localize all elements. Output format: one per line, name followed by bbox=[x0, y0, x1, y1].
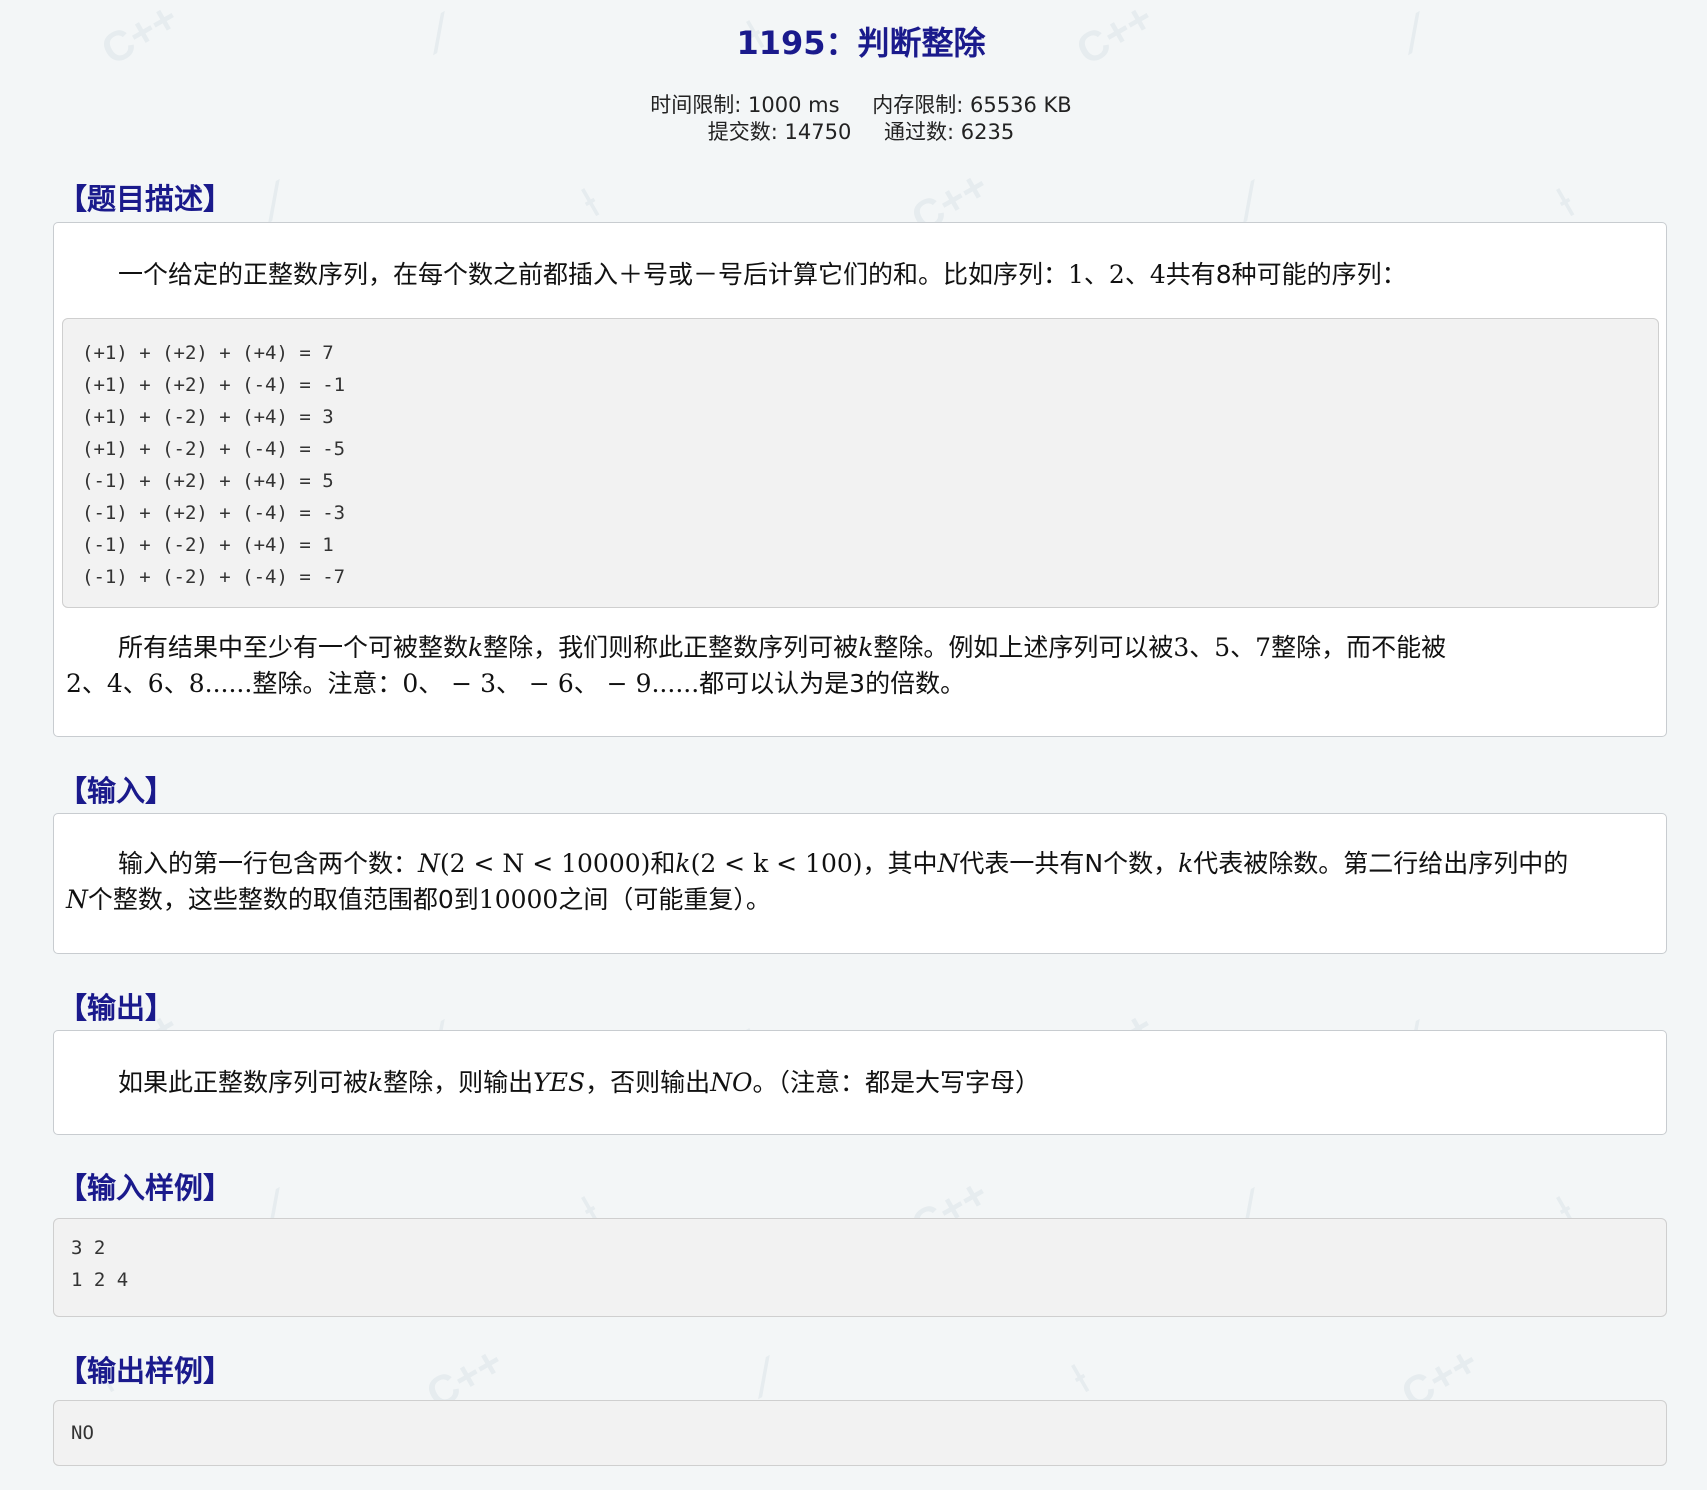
output-text: 如果此正整数序列可被k整除，则输出YES，否则输出NO。（注意：都是大写字母） bbox=[118, 1068, 1040, 1097]
input-box: 输入的第一行包含两个数：N(2 < N < 10000)和k(2 < k < 1… bbox=[53, 813, 1667, 954]
sample-output-line: NO bbox=[71, 1422, 94, 1444]
watermark-mark: ⟊ bbox=[573, 178, 607, 225]
output-heading: 【输出】 bbox=[58, 991, 175, 1025]
description-result: 所有结果中至少有一个可被整数k整除，我们则称此正整数序列可被k整除。例如上述序列… bbox=[66, 633, 1447, 698]
watermark-mark: ⟊ bbox=[1063, 1354, 1097, 1401]
sequence-line: (+1) + (-2) + (-4) = -5 bbox=[82, 438, 346, 460]
sequence-line: (+1) + (+2) + (-4) = -1 bbox=[82, 374, 346, 396]
description-heading: 【题目描述】 bbox=[58, 182, 233, 216]
sample-input-block: 3 2 1 2 4 bbox=[53, 1218, 1667, 1317]
watermark-mark: ⟊ bbox=[1548, 178, 1582, 225]
sample-output-heading: 【输出样例】 bbox=[58, 1354, 233, 1388]
input-heading: 【输入】 bbox=[58, 774, 175, 808]
sample-input-heading: 【输入样例】 bbox=[58, 1171, 233, 1205]
submission-count: 提交数: 14750 bbox=[707, 120, 852, 144]
sequence-line: (+1) + (-2) + (+4) = 3 bbox=[82, 406, 334, 428]
sample-output-block: NO bbox=[53, 1400, 1667, 1466]
input-text: 输入的第一行包含两个数：N(2 < N < 10000)和k(2 < k < 1… bbox=[66, 849, 1569, 914]
problem-limits: 时间限制: 1000 ms 内存限制: 65536 KB 提交数: 14750 … bbox=[0, 92, 1707, 146]
sample-input-line: 3 2 bbox=[71, 1237, 106, 1259]
output-box: 如果此正整数序列可被k整除，则输出YES，否则输出NO。（注意：都是大写字母） bbox=[53, 1030, 1667, 1135]
accepted-count: 通过数: 6235 bbox=[884, 120, 1015, 144]
sequence-line: (-1) + (+2) + (+4) = 5 bbox=[82, 470, 334, 492]
sequence-line: (+1) + (+2) + (+4) = 7 bbox=[82, 342, 334, 364]
description-intro: 一个给定的正整数序列，在每个数之前都插入＋号或－号后计算它们的和。比如序列：1、… bbox=[118, 260, 1407, 289]
sample-input-line: 1 2 4 bbox=[71, 1269, 129, 1291]
sequence-line: (-1) + (-2) + (+4) = 1 bbox=[82, 534, 334, 556]
time-limit: 时间限制: 1000 ms bbox=[650, 93, 840, 117]
watermark-mark: ⟋ bbox=[739, 1349, 789, 1406]
sequence-code-block: (+1) + (+2) + (+4) = 7 (+1) + (+2) + (-4)… bbox=[62, 318, 1659, 608]
sequence-line: (-1) + (+2) + (-4) = -3 bbox=[82, 502, 346, 524]
memory-limit: 内存限制: 65536 KB bbox=[872, 93, 1072, 117]
description-box: 一个给定的正整数序列，在每个数之前都插入＋号或－号后计算它们的和。比如序列：1、… bbox=[53, 222, 1667, 737]
problem-title: 1195：判断整除 bbox=[736, 24, 986, 62]
sequence-line: (-1) + (-2) + (-4) = -7 bbox=[82, 566, 346, 588]
